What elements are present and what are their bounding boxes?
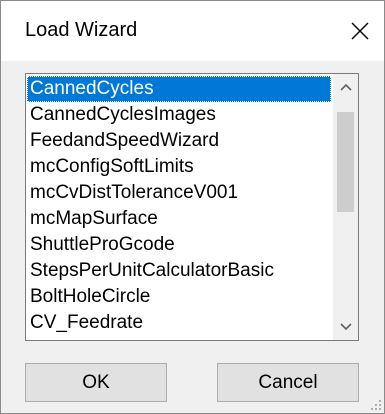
- list-item[interactable]: ShuttleProGcode: [27, 232, 331, 258]
- list-item[interactable]: CannedCyclesImages: [27, 102, 331, 128]
- chevron-down-icon: [339, 323, 352, 331]
- list-item[interactable]: mcConfigSoftLimits: [27, 154, 331, 180]
- list-item-selected[interactable]: CannedCycles: [27, 76, 331, 102]
- list-item[interactable]: BoltHoleCircle: [27, 284, 331, 310]
- title-bar: Load Wizard: [1, 1, 384, 61]
- wizard-listbox[interactable]: CannedCycles CannedCyclesImages FeedandS…: [25, 73, 359, 341]
- resize-grip-icon[interactable]: [370, 399, 382, 411]
- cancel-button[interactable]: Cancel: [217, 363, 359, 402]
- chevron-up-icon: [339, 83, 352, 91]
- list-item[interactable]: CV_Feedrate: [27, 310, 331, 336]
- list-item[interactable]: StepsPerUnitCalculatorBasic: [27, 258, 331, 284]
- scroll-thumb[interactable]: [337, 112, 354, 212]
- vertical-scrollbar[interactable]: [333, 74, 358, 340]
- close-button[interactable]: [342, 13, 378, 49]
- close-icon: [351, 22, 369, 40]
- wizard-list: CannedCycles CannedCyclesImages FeedandS…: [26, 76, 331, 336]
- load-wizard-dialog: Load Wizard CannedCycles CannedCyclesIma…: [0, 0, 385, 414]
- scroll-up-button[interactable]: [333, 74, 358, 100]
- list-item[interactable]: mcCvDistToleranceV001: [27, 180, 331, 206]
- scroll-down-button[interactable]: [333, 314, 358, 340]
- ok-button[interactable]: OK: [25, 363, 167, 402]
- list-item[interactable]: mcMapSurface: [27, 206, 331, 232]
- list-item[interactable]: FeedandSpeedWizard: [27, 128, 331, 154]
- window-title: Load Wizard: [25, 19, 138, 41]
